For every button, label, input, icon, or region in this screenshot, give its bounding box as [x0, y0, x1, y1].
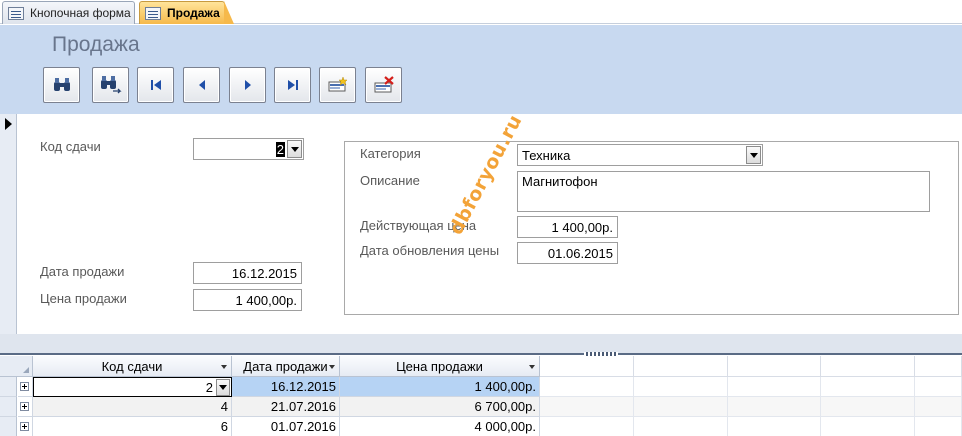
find-next-button[interactable] [92, 67, 129, 103]
kod-sdachi-label: Код сдачи [40, 139, 101, 154]
deistv-cena-field[interactable]: 1 400,00р. [517, 216, 618, 238]
cell-cena-prodazhi[interactable]: 6 700,00р. [340, 397, 540, 417]
empty-cell [634, 397, 728, 417]
table-row[interactable]: 4 21.07.2016 6 700,00р. [0, 397, 962, 417]
kategoriya-combo[interactable]: Техника [517, 144, 763, 166]
empty-cell [540, 417, 634, 436]
sort-dropdown-icon[interactable] [221, 365, 227, 369]
form-header: Продажа [0, 25, 962, 114]
tab-prodazha[interactable]: Продажа [139, 1, 234, 24]
form-icon [145, 6, 161, 20]
empty-cell [915, 377, 962, 397]
empty-cell [821, 397, 915, 417]
row-selector[interactable] [0, 417, 17, 436]
record-selector[interactable] [0, 114, 17, 334]
first-record-button[interactable] [137, 67, 174, 103]
expand-subdatasheet[interactable] [18, 417, 33, 436]
current-record-icon [5, 118, 12, 130]
new-record-button[interactable] [319, 67, 356, 103]
cena-prodazhi-field[interactable]: 1 400,00р. [193, 289, 302, 311]
column-header-label: Код сдачи [101, 358, 163, 374]
empty-column-header [634, 356, 728, 377]
empty-column-header [540, 356, 634, 377]
next-record-icon [244, 80, 251, 90]
chevron-down-icon[interactable] [287, 140, 302, 158]
cena-prodazhi-label: Цена продажи [40, 291, 127, 306]
empty-cell [634, 417, 728, 436]
kategoriya-label: Категория [360, 146, 421, 161]
row-selector[interactable] [0, 377, 17, 397]
cell-data-prodazhi[interactable]: 21.07.2016 [232, 397, 340, 417]
split-form-splitter[interactable] [0, 334, 962, 356]
binoculars-next-icon [100, 76, 122, 94]
plus-icon [20, 402, 29, 411]
datasheet: Код сдачи Дата продажи Цена продажи 2 16… [0, 356, 962, 436]
last-record-icon [287, 80, 298, 90]
delete-record-icon [374, 76, 394, 93]
binoculars-icon [53, 78, 70, 91]
empty-cell [540, 377, 634, 397]
row-selector[interactable] [0, 397, 17, 417]
select-all-corner[interactable] [0, 356, 33, 377]
empty-cell [915, 417, 962, 436]
empty-column-header [821, 356, 915, 377]
empty-cell [728, 397, 821, 417]
column-header-data-prodazhi[interactable]: Дата продажи [232, 356, 340, 377]
new-record-icon [328, 76, 348, 92]
table-row[interactable]: 6 01.07.2016 4 000,00р. [0, 417, 962, 436]
cell-cena-prodazhi[interactable]: 1 400,00р. [340, 377, 540, 397]
find-button[interactable] [43, 67, 80, 103]
empty-column-header [915, 356, 962, 377]
cell-data-prodazhi[interactable]: 16.12.2015 [232, 377, 340, 397]
empty-cell [540, 397, 634, 417]
data-prodazhi-label: Дата продажи [40, 264, 125, 279]
last-record-button[interactable] [274, 67, 311, 103]
cell-data-prodazhi[interactable]: 01.07.2016 [232, 417, 340, 436]
empty-cell [821, 417, 915, 436]
data-obnovleniya-label: Дата обновления цены [360, 243, 500, 258]
cell-kod-sdachi[interactable]: 4 [33, 397, 232, 417]
plus-icon [20, 382, 29, 391]
empty-cell [728, 377, 821, 397]
plus-icon [20, 422, 29, 431]
previous-record-icon [198, 80, 205, 90]
expand-subdatasheet[interactable] [18, 397, 33, 417]
cell-value: 2 [205, 379, 213, 395]
delete-record-button[interactable] [365, 67, 402, 103]
cell-cena-prodazhi[interactable]: 4 000,00р. [340, 417, 540, 436]
tab-knopochnaya-forma[interactable]: Кнопочная форма [2, 1, 135, 24]
empty-cell [728, 417, 821, 436]
column-header-kod-sdachi[interactable]: Код сдачи [33, 356, 232, 377]
column-header-cena-prodazhi[interactable]: Цена продажи [340, 356, 540, 377]
data-obnovleniya-field[interactable]: 01.06.2015 [517, 242, 618, 264]
tab-label: Кнопочная форма [30, 6, 131, 20]
tab-label: Продажа [167, 6, 220, 20]
data-prodazhi-field[interactable]: 16.12.2015 [193, 262, 302, 284]
sort-dropdown-icon[interactable] [329, 365, 335, 369]
kod-sdachi-value: 2 [275, 141, 285, 157]
previous-record-button[interactable] [183, 67, 220, 103]
chevron-down-icon[interactable] [216, 379, 230, 396]
opisanie-field[interactable]: Магнитофон [517, 171, 930, 212]
document-tab-strip: Кнопочная форма Продажа [0, 0, 962, 24]
column-header-label: Дата продажи [243, 358, 328, 374]
empty-cell [915, 397, 962, 417]
page-title: Продажа [52, 33, 140, 56]
cell-kod-sdachi[interactable]: 6 [33, 417, 232, 436]
sort-dropdown-icon[interactable] [529, 365, 535, 369]
empty-cell [821, 377, 915, 397]
empty-column-header [728, 356, 821, 377]
first-record-icon [150, 80, 161, 90]
table-row[interactable]: 2 16.12.2015 1 400,00р. [0, 377, 962, 397]
form-icon [8, 6, 24, 20]
opisanie-label: Описание [360, 173, 420, 188]
column-header-label: Цена продажи [396, 358, 483, 374]
empty-cell [634, 377, 728, 397]
cell-kod-sdachi[interactable]: 2 [33, 377, 232, 397]
kod-sdachi-combo[interactable]: 2 [193, 138, 304, 160]
chevron-down-icon[interactable] [746, 146, 761, 164]
next-record-button[interactable] [229, 67, 266, 103]
expand-subdatasheet[interactable] [18, 377, 33, 397]
kategoriya-value: Техника [522, 147, 571, 163]
